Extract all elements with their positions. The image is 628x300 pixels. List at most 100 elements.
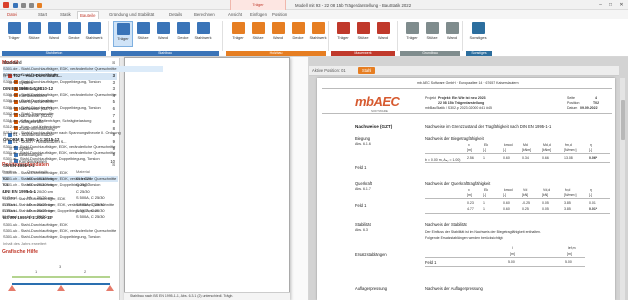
dropdown-item[interactable]: S301.it - Stahl-Durchlaufträger, EDK, ve… (3, 202, 163, 208)
graphics-panel-title: Grafische Hilfe (2, 249, 38, 255)
ribbon-button-wand[interactable]: Wand (153, 21, 173, 47)
ribbon-button-stütze[interactable]: Stütze (133, 21, 153, 47)
dropdown-item[interactable]: S302.de - Stahl-Trapezprofile (3, 111, 163, 117)
tab-einfuegen[interactable]: Einfügen (248, 11, 269, 19)
scrollbar-thumb[interactable] (620, 100, 625, 140)
dropdown-item[interactable]: S301.at - Stahl-Durchlaufträger, EDK, ve… (3, 144, 163, 150)
tab-details[interactable]: Details (167, 11, 184, 19)
tab-bauteile[interactable]: Bauteile (77, 11, 99, 19)
ribbon-träger-icon (7, 22, 21, 34)
tab-start[interactable]: Start (36, 11, 49, 19)
ribbon-button-label: Stahlwerk (194, 35, 212, 40)
dropdown-item[interactable]: S301.uk - Stahl-Durchlaufträger, EDK, ve… (3, 228, 163, 234)
table-unit: [N/mm²] (564, 193, 577, 197)
ersatz-label: Ersatzstablängen (355, 252, 387, 257)
close-icon[interactable]: ✕ (617, 1, 626, 9)
tab-position[interactable]: Position (270, 11, 289, 19)
table-header: Md,d (543, 143, 551, 147)
ribbon-button-sonstiges[interactable]: Sonstiges (468, 21, 488, 47)
querkraft-title: Nachweis der Querkrafttragfähigkeit (425, 181, 491, 186)
ribbon-button-stahlwerk[interactable]: Stahlwerk (193, 21, 213, 47)
ribbon-button-stütze[interactable]: Stütze (353, 21, 373, 47)
dropdown-item[interactable]: S301.de - Stahl-Durchlaufträger, Doppelb… (3, 79, 163, 85)
ribbon-button-decke[interactable]: Decke (173, 21, 193, 47)
ribbon-button-label: Träger (337, 35, 349, 40)
auflager-title: Nachweis der Auflagerpressung (425, 286, 483, 291)
dropdown-item[interactable]: S301.at - Stahl-Durchlaufträger, Doppelb… (3, 156, 163, 162)
support-mid-icon (57, 285, 65, 291)
ribbon-button-träger[interactable]: Träger (228, 21, 248, 47)
table-unit: [-] (503, 193, 507, 197)
ribbon-button-träger[interactable]: Träger (402, 21, 422, 47)
table-unit: [kNm] (522, 148, 532, 152)
dropdown-item[interactable]: S301.uk - Stahl-Durchlaufträger, EDK (3, 222, 163, 228)
ribbon-träger-icon (116, 23, 130, 35)
dropdown-item[interactable]: S301.it - Stahl-Durchlaufträger, Doppelb… (3, 208, 163, 214)
table-header: x (468, 188, 470, 192)
ribbon-separator (328, 21, 329, 51)
ribbon-button-stütze[interactable]: Stütze (248, 21, 268, 47)
dropdown-item[interactable]: S301.at - Stahl-Durchlaufträger, EDK, ve… (3, 150, 163, 156)
dropdown-item[interactable]: S301.ch - Stahl-Durchlaufträger, Doppelb… (3, 182, 163, 188)
doc-tab-active-position[interactable]: Aktive Position: 01 (312, 68, 346, 73)
ribbon-button-wand[interactable]: Wand (442, 21, 462, 47)
app-logo-icon[interactable] (3, 2, 9, 8)
print-icon[interactable] (37, 2, 42, 8)
dim-label: 2 (84, 269, 87, 274)
ribbon-button-wand[interactable]: Wand (44, 21, 64, 47)
ribbon-träger-icon (336, 22, 350, 34)
ribbon-button-stahlwerk[interactable]: Stahlwerk (84, 21, 104, 47)
dropdown-item[interactable]: S301.de - Stahl-Durchlaufträger, EDK, ve… (3, 65, 163, 73)
doc-tab-stahl[interactable]: Stahl (358, 67, 376, 74)
dropdown-item[interactable]: S301.uk - Stahl-Durchlaufträger, Doppelb… (3, 234, 163, 240)
dropdown-item[interactable]: S301.de - Stahl-Durchlaufträger (3, 72, 163, 78)
save-icon[interactable] (13, 2, 18, 8)
tab-ansicht[interactable]: Ansicht (226, 11, 244, 19)
biegung-feld: Feld 1 (355, 165, 367, 170)
ribbon-stütze-icon (425, 22, 439, 34)
context-group-label: Träger (252, 1, 264, 7)
ribbon-button-wand[interactable]: Wand (373, 21, 393, 47)
minimize-icon[interactable]: – (596, 1, 605, 9)
ribbon-button-label: Sonstiges (469, 35, 487, 40)
ribbon-button-träger[interactable]: Träger (113, 21, 133, 47)
ribbon-träger-icon (231, 22, 245, 34)
ribbon-sonstiges-icon (471, 22, 485, 34)
ribbon-button-decke[interactable]: Decke (288, 21, 308, 47)
doc-divider (322, 113, 612, 114)
tab-datei[interactable]: Datei (5, 11, 19, 19)
ribbon-decke-icon (67, 22, 81, 34)
dropdown-item[interactable]: S301.it - Stahl-Durchlaufträger, EDK (3, 196, 163, 202)
ribbon-group-label: Mauerwerk (354, 51, 372, 55)
ribbon-button-label: Stütze (357, 35, 369, 40)
ribbon-button-decke[interactable]: Decke (64, 21, 84, 47)
ribbon-button-träger[interactable]: Träger (4, 21, 24, 47)
dropdown-item[interactable]: S301.de - Stahl-Durchlaufträger, Doppelb… (3, 105, 163, 111)
undo-icon[interactable] (21, 2, 26, 8)
ribbon-button-stahlwerk[interactable]: Stahlwerk (308, 21, 328, 47)
graphic-helper-diagram: 1 2 3 (8, 264, 114, 291)
dropdown-item[interactable]: S301.de - Stahl-Durchlaufträger, EDK, ve… (3, 92, 163, 98)
dropdown-item[interactable]: S301.ch - Stahl-Durchlaufträger, EDK, ve… (3, 176, 163, 182)
ribbon-button-wand[interactable]: Wand (268, 21, 288, 47)
ribbon-button-label: Stahlwerk (309, 35, 327, 40)
table-cell: 0.01* (589, 207, 598, 211)
doc-header-address: mb AEC Software GmbH · Europaallee 14 · … (417, 81, 519, 85)
redo-icon[interactable] (29, 2, 34, 8)
tab-statik[interactable]: Statik (58, 11, 73, 19)
tab-berechnen[interactable]: Berechnen (192, 11, 217, 19)
tab-gruendung[interactable]: Gründung und Stabilität (107, 11, 156, 19)
ribbon-button-träger[interactable]: Träger (333, 21, 353, 47)
dropdown-item[interactable]: S312.de - Kran- und Kettenträger (3, 124, 163, 130)
ribbon-button-label: Decke (68, 35, 80, 40)
dropdown-item[interactable]: S313.de - Stahl-Durchlaufträger nach Spa… (3, 130, 163, 136)
dropdown-item[interactable]: S301.ch - Stahl-Durchlaufträger, EDK (3, 170, 163, 176)
ribbon-wand-icon (445, 22, 459, 34)
dropdown-item[interactable]: S311.de - Kran- und Kettenträger, Schräg… (3, 118, 163, 124)
dropdown-item[interactable]: S301.de - Stahl-Durchlaufträger (3, 98, 163, 104)
table-cell: 1 (483, 207, 485, 211)
ribbon-button-stütze[interactable]: Stütze (422, 21, 442, 47)
ribbon-button-stütze[interactable]: Stütze (24, 21, 44, 47)
querkraft-label: Querkraft (355, 181, 373, 186)
maximize-icon[interactable]: □ (606, 1, 615, 9)
